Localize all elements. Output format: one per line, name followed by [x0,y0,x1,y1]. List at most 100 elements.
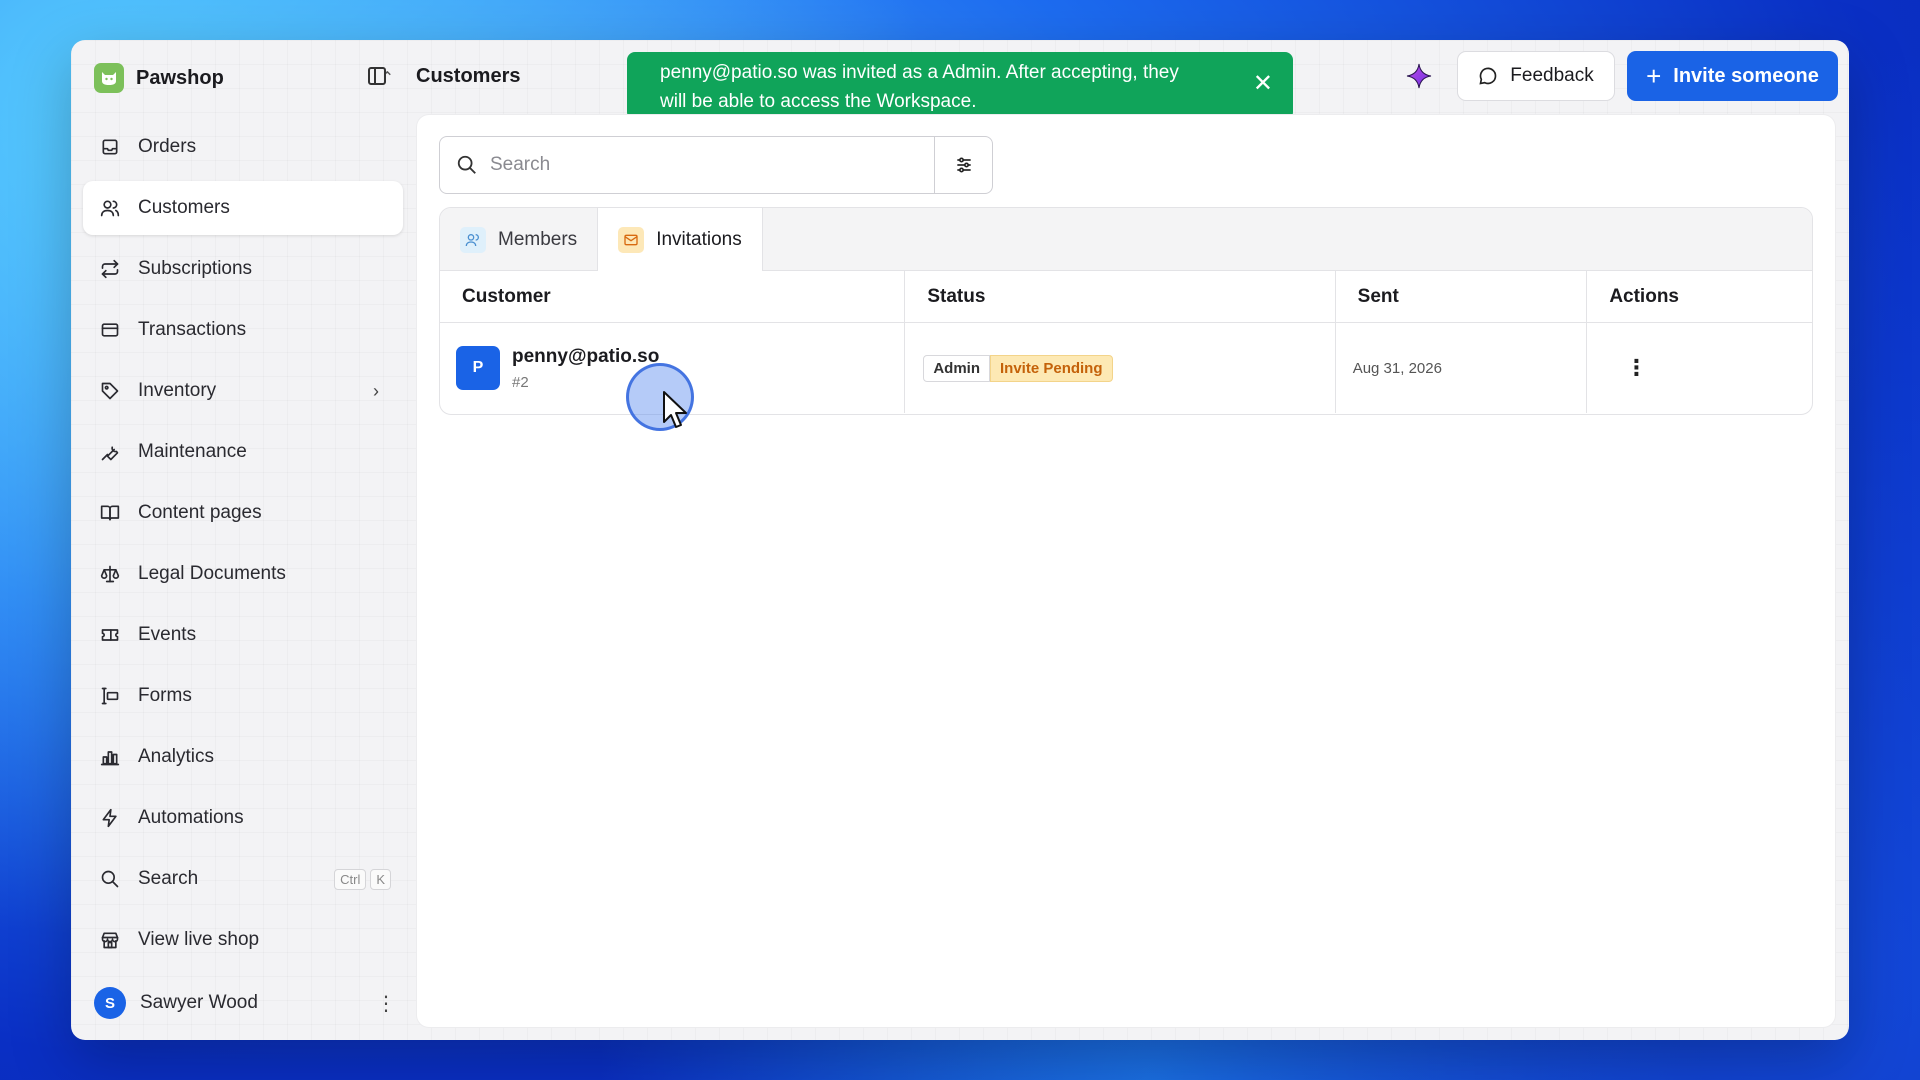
column-header-sent[interactable]: Sent [1336,271,1588,322]
avatar: S [94,987,126,1019]
sidebar-item-label: Analytics [138,746,215,767]
sidebar-toggle-icon[interactable] [366,65,388,87]
table-header: Customer Status Sent Actions [440,271,1812,323]
sidebar-item-label: Customers [138,197,230,218]
cat-icon [102,72,116,85]
sidebar-item-subscriptions[interactable]: Subscriptions [83,242,403,296]
sidebar-item-orders[interactable]: Orders [83,120,403,174]
success-toast: penny@patio.so was invited as a Admin. A… [627,52,1293,120]
scale-icon [99,563,121,585]
users-icon [460,226,486,253]
feedback-button[interactable]: Feedback [1457,51,1615,101]
sidebar-item-legal-documents[interactable]: Legal Documents [83,547,403,601]
more-vertical-icon[interactable]: ⋮ [1625,355,1647,381]
sidebar-item-automations[interactable]: Automations [83,791,403,845]
customer-email[interactable]: penny@patio.so [512,346,659,368]
more-vertical-icon[interactable]: ⋮ [376,991,396,1016]
column-header-customer[interactable]: Customer [440,271,906,322]
sidebar: Pawshop ⌃ Orders Customers Subscriptions… [71,40,416,1040]
close-icon[interactable]: ✕ [1253,72,1273,96]
sidebar-item-label: Maintenance [138,441,247,462]
sent-date: Aug 31, 2026 [1352,359,1442,377]
filter-button[interactable] [934,137,992,193]
sidebar-item-customers[interactable]: Customers [83,181,403,235]
tab-members[interactable]: Members [440,208,597,271]
ticket-icon [99,624,121,646]
plus-icon: + [1646,61,1662,91]
sidebar-search-label: Search [138,868,199,889]
customer-id: #2 [512,373,529,391]
sparkle-icon[interactable] [1405,62,1433,90]
sidebar-item-label: Legal Documents [138,563,286,584]
book-icon [99,502,121,524]
sliders-icon [956,157,971,173]
search-bar [439,136,993,194]
tab-invitations[interactable]: Invitations [597,208,763,271]
sidebar-item-label: Events [138,624,197,645]
tabs-bar: Members Invitations [440,208,1812,271]
column-header-actions: Actions [1609,285,1679,307]
main-content: Members Invitations Customer Status Sent… [417,115,1835,1027]
user-name: Sawyer Wood [140,992,258,1013]
sidebar-item-label: Subscriptions [138,258,253,279]
sidebar-item-label: Orders [138,136,197,157]
invite-label: Invite someone [1673,64,1819,87]
invite-someone-button[interactable]: + Invite someone [1627,51,1838,101]
status-cell: Admin Invite Pending [905,323,1336,413]
wrench-icon [99,441,121,463]
sidebar-item-transactions[interactable]: Transactions [83,303,403,357]
actions-cell: ⋮ [1587,323,1812,413]
column-header-status[interactable]: Status [905,271,1336,322]
customer-cell: P penny@patio.so #2 [440,323,906,413]
toast-message: penny@patio.so was invited as a Admin. A… [660,62,1179,112]
search-input[interactable] [490,145,910,185]
workspace-logo [94,63,124,93]
message-circle-icon [1479,67,1497,85]
workspace-name: Pawshop [136,66,224,89]
form-icon [99,685,121,707]
feedback-label: Feedback [1510,65,1594,86]
tab-label: Invitations [656,228,742,250]
user-menu[interactable]: S Sawyer Wood ⋮ [94,983,404,1023]
sidebar-item-events[interactable]: Events [83,608,403,662]
sidebar-item-label: Inventory [138,380,217,401]
bar-chart-icon [99,746,121,768]
status-badge: Invite Pending [990,354,1113,382]
page-title: Customers [416,65,521,87]
sidebar-live-shop-label: View live shop [138,929,260,950]
search-icon [99,868,121,890]
sidebar-item-label: Content pages [138,502,262,523]
sidebar-item-label: Transactions [138,319,247,340]
sidebar-view-live-shop[interactable]: View live shop [83,913,403,967]
repeat-icon [99,258,121,280]
sidebar-item-maintenance[interactable]: Maintenance [83,425,403,479]
kbd-k: K [370,868,391,890]
sidebar-item-inventory[interactable]: Inventory › [83,364,403,418]
tag-icon [99,380,121,402]
kbd-ctrl: Ctrl [334,868,367,890]
inbox-icon [99,136,121,158]
sidebar-nav: Orders Customers Subscriptions Transacti… [83,120,403,974]
sidebar-item-label: Automations [138,807,244,828]
tab-label: Members [498,228,578,250]
role-badge: Admin [923,354,990,382]
app-window: Pawshop ⌃ Orders Customers Subscriptions… [71,40,1849,1040]
bolt-icon [99,807,121,829]
workspace-switcher[interactable]: Pawshop ⌃ [94,60,404,96]
sidebar-item-label: Forms [138,685,192,706]
table-row[interactable]: P penny@patio.so #2 Admin Invite Pending… [440,323,1812,413]
sent-cell: Aug 31, 2026 [1336,323,1588,413]
customer-info: penny@patio.so #2 [512,346,659,391]
search-icon [457,155,476,174]
sidebar-search[interactable]: Search Ctrl K [83,852,403,906]
avatar: P [456,346,500,390]
invitations-table: Members Invitations Customer Status Sent… [439,207,1813,415]
sidebar-item-analytics[interactable]: Analytics [83,730,403,784]
store-icon [99,929,121,951]
sidebar-item-forms[interactable]: Forms [83,669,403,723]
mail-icon [618,226,645,253]
users-icon [99,197,121,219]
sidebar-item-content-pages[interactable]: Content pages [83,486,403,540]
keyboard-shortcut: Ctrl K [334,868,391,890]
chevron-right-icon[interactable]: › [373,381,379,402]
